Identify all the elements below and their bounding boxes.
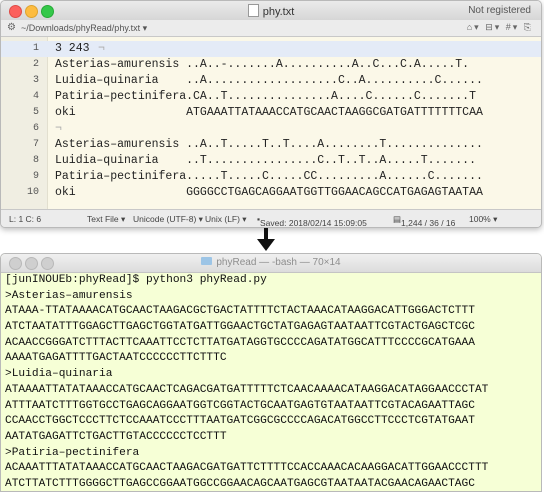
document-icon (247, 4, 259, 17)
editor-titlebar: phy.txt Not registered (1, 1, 541, 20)
line-end-marker: ¬ (98, 42, 105, 55)
terminal-line: CCAACCTGGCTCCCTTCTCCAAATCCCTTTAATGATCGGC… (5, 415, 475, 428)
line-text: 3 243 (55, 42, 90, 55)
encoding-menu[interactable]: Unicode (UTF-8) ▾ (133, 214, 203, 225)
gear-icon[interactable]: ⚙ (7, 22, 16, 33)
terminal-line: AATATGAGATTCTGACTTGTACCCCCCTCCTTT (5, 430, 227, 443)
line-number: 1 (32, 43, 39, 54)
file-type-menu[interactable]: Text File ▾ (87, 214, 125, 225)
editor-title: phy.txt (1, 4, 541, 18)
line-text: Asterias–amurensis ..A..-.......A.......… (55, 58, 470, 71)
editor-window: phy.txt Not registered ⚙ ~/Downloads/phy… (0, 0, 542, 228)
editor-line[interactable]: 7 Asterias–amurensis ..A..T.....T..T....A… (1, 137, 541, 153)
terminal-line: AAAATGAGATTTTGACTAATCCCCCCTTCTTTC (5, 352, 227, 365)
line-number: 6 (32, 123, 39, 134)
toolbar-icons[interactable]: ⌂▾ ⊟▾ #▾ ⎘ (467, 22, 533, 33)
text-editor[interactable]: 1 3 243 ¬ 2 Asterias–amurensis ..A..-.......… (1, 37, 541, 209)
line-end-marker: ¬ (55, 122, 62, 135)
line-number: 7 (32, 139, 39, 150)
line-text: Luidia–quinaria ..A...................C.… (55, 74, 483, 87)
editor-line[interactable]: 5 oki ATGAAATTATAAACCATGCAACTAAGGCGATGATT… (1, 105, 541, 121)
terminal-line: ACAACCGGGATCTTTACTTCAAATTCCTCTTATGATAGGT… (5, 336, 475, 349)
terminal-line: ATTTAATCTTTGGTGCCTGAGCAGGAATGGTCGGTACTGC… (5, 399, 475, 412)
document-stats[interactable]: ▤ 1,244 / 36 / 16 (393, 214, 455, 227)
terminal-line: >Patiria–pectinifera (5, 446, 140, 459)
file-path[interactable]: ~/Downloads/phyRead/phy.txt ▾ (21, 23, 147, 34)
line-endings-menu[interactable]: Unix (LF) ▾ (205, 214, 247, 225)
editor-line[interactable]: 8 Luidia–quinaria ..T................C..T… (1, 153, 541, 169)
editor-line[interactable]: 2 Asterias–amurensis ..A..-.......A......… (1, 57, 541, 73)
cursor-position: L: 1 C: 6 (9, 214, 42, 224)
chevron-down-icon: ▾ (142, 23, 148, 33)
navigation-bar: ⚙ ~/Downloads/phyRead/phy.txt ▾ ⌂▾ ⊟▾ #▾… (1, 20, 541, 37)
terminal-line: ACAAATTTATATAAACCATGCAACTAAGACGATGATTCTT… (5, 462, 489, 475)
terminal-window: phyRead — -bash — 70×14 [junINOUEb:phyRe… (0, 253, 542, 492)
registration-status[interactable]: Not registered (468, 5, 531, 16)
line-number: 10 (26, 187, 39, 198)
editor-line[interactable]: 4 Patiria–pectinifera.CA..T..............… (1, 89, 541, 105)
down-arrow-icon (257, 228, 275, 251)
line-number: 4 (32, 91, 39, 102)
line-text: Patiria–pectinifera.CA..T...............… (55, 90, 476, 103)
zoom-menu[interactable]: 100% ▾ (469, 214, 497, 225)
line-number: 3 (32, 75, 39, 86)
terminal-title: phyRead — -bash — 70×14 (1, 257, 541, 268)
line-text: oki ATGAAATTATAAACCATGCAACTAAGGCGATGATTT… (55, 106, 483, 119)
line-text: Patiria–pectinifera.....T.....C.....CC..… (55, 170, 483, 183)
editor-line[interactable]: 10 oki GGGGCCTGAGCAGGAATGGTTGGAACAGCCATGA… (1, 185, 541, 201)
editor-line[interactable]: 9 Patiria–pectinifera.....T.....C.....CC.… (1, 169, 541, 185)
terminal-line: >Asterias–amurensis (5, 289, 133, 302)
line-number: 9 (32, 171, 39, 182)
save-status: ▪ Saved: 2018/02/14 15:09:05 (257, 214, 367, 228)
terminal-output[interactable]: [junINOUEb:phyRead]$ python3 phyRead.py >… (5, 273, 539, 491)
editor-line[interactable]: 1 3 243 ¬ (1, 41, 541, 57)
line-number: 5 (32, 107, 39, 118)
line-text: oki GGGGCCTGAGCAGGAATGGTTGGAACAGCCATGAGA… (55, 186, 483, 199)
line-text: Asterias–amurensis ..A..T.....T..T....A.… (55, 138, 483, 151)
terminal-titlebar: phyRead — -bash — 70×14 (1, 254, 541, 273)
status-bar: L: 1 C: 6 Text File ▾ Unicode (UTF-8) ▾ … (1, 209, 541, 228)
terminal-line: ATAAAATTATATAAACCATGCAACTCAGACGATGATTTTT… (5, 383, 489, 396)
terminal-line: ATCTAATATTTGGAGCTTGAGCTGGTATGATTGGAACTGC… (5, 321, 475, 334)
folder-icon (201, 257, 213, 265)
line-number: 8 (32, 155, 39, 166)
terminal-line: >Luidia–quinaria (5, 368, 113, 381)
editor-line[interactable]: 6 ¬ (1, 121, 541, 137)
editor-line[interactable]: 3 Luidia–quinaria ..A...................C… (1, 73, 541, 89)
line-text: Luidia–quinaria ..T................C..T.… (55, 154, 476, 167)
terminal-line: [junINOUEb:phyRead]$ python3 phyRead.py (5, 274, 267, 286)
line-number: 2 (32, 59, 39, 70)
terminal-line: ATAAA-TTATAAAACATGCAACTAAGACGCTGACTATTTT… (5, 305, 475, 318)
